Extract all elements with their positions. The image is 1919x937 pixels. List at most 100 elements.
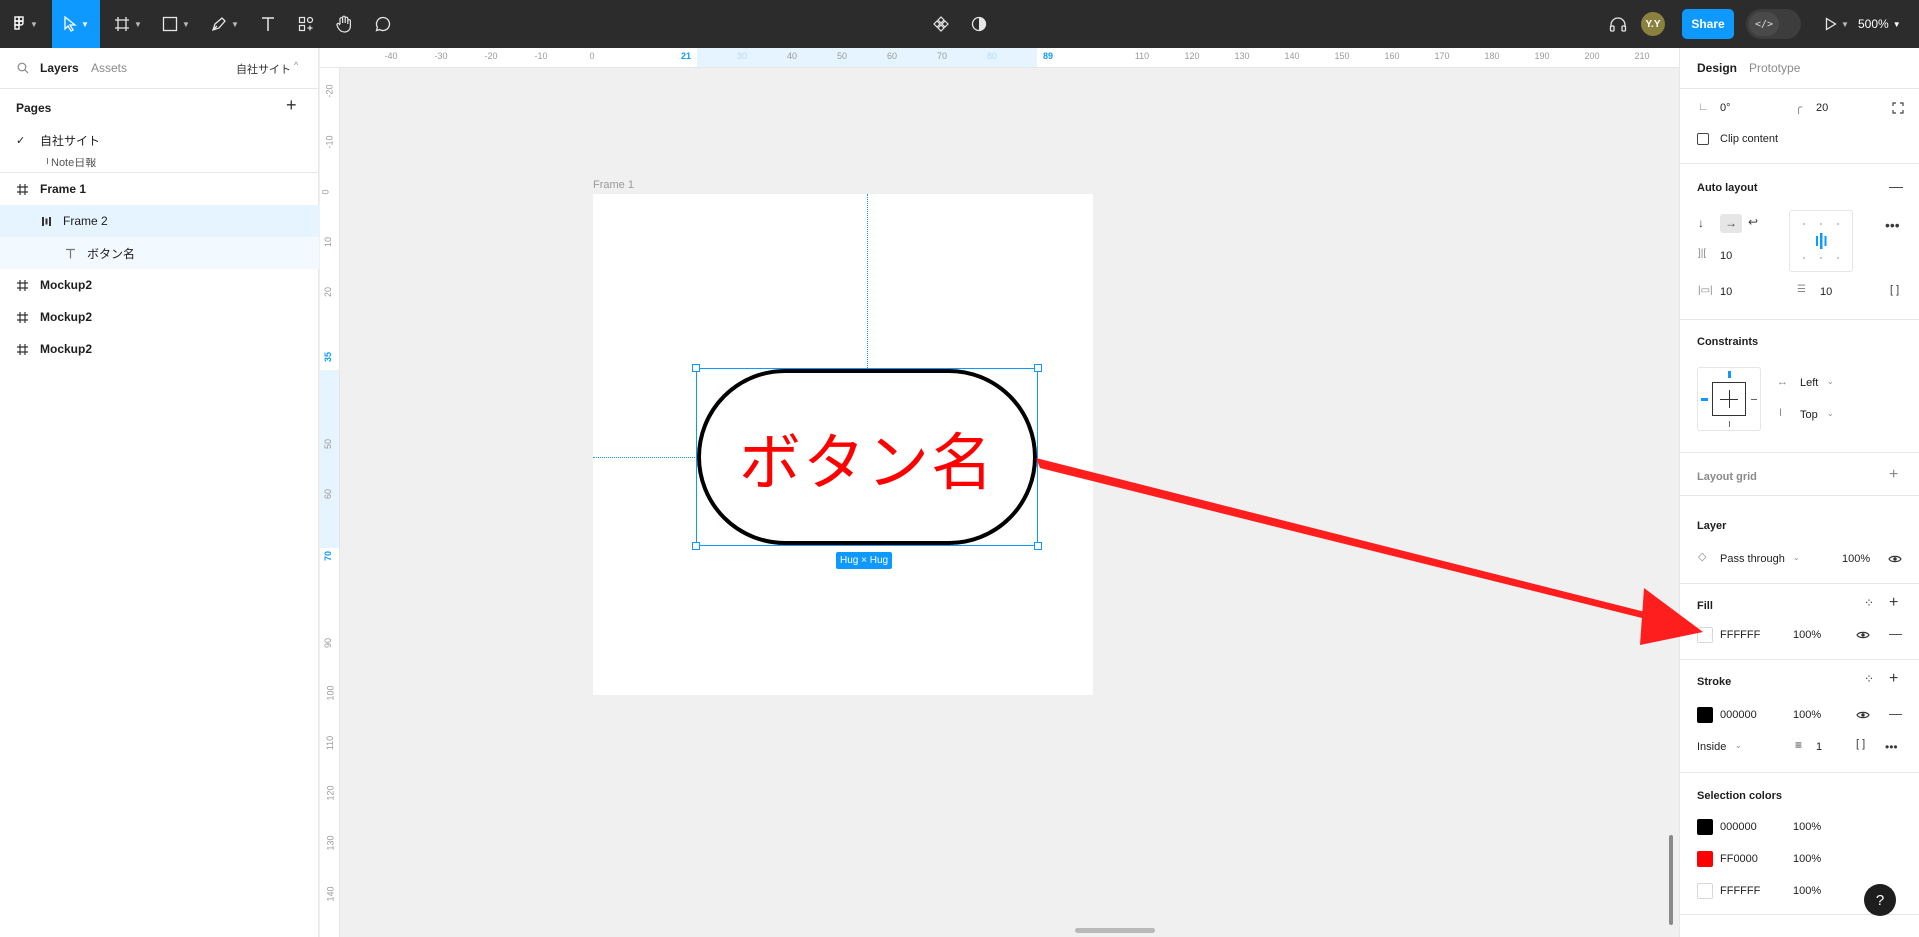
main-menu-button[interactable]: ▼: [8, 0, 44, 48]
text-icon: [262, 17, 274, 31]
tab-layers[interactable]: Layers: [40, 61, 79, 75]
layer-row-mockup2[interactable]: Mockup2: [0, 301, 319, 333]
selection-color-opacity[interactable]: 100%: [1793, 853, 1821, 865]
resources-button[interactable]: [290, 0, 322, 48]
selection-color-hex[interactable]: 000000: [1720, 821, 1757, 833]
comment-tool-button[interactable]: [367, 0, 399, 48]
layer-row-frame-2[interactable]: Frame 2: [0, 205, 319, 237]
resize-handle[interactable]: [1034, 364, 1042, 372]
more-options-icon[interactable]: •••: [1885, 218, 1900, 232]
fill-hex-value[interactable]: FFFFFF: [1720, 629, 1760, 641]
remove-auto-layout-icon[interactable]: —: [1889, 179, 1903, 193]
tab-prototype[interactable]: Prototype: [1749, 61, 1800, 75]
stroke-opacity-value[interactable]: 100%: [1793, 709, 1821, 721]
constraint-right[interactable]: [1751, 399, 1757, 400]
add-fill-icon[interactable]: +: [1889, 595, 1898, 611]
horizontal-constraint-value[interactable]: Left: [1800, 377, 1818, 389]
text-tool-button[interactable]: [252, 0, 284, 48]
selection-color-hex[interactable]: FF0000: [1720, 853, 1758, 865]
pen-tool-button[interactable]: ▼: [205, 0, 245, 48]
zoom-menu[interactable]: 500% ▼: [1858, 0, 1901, 48]
more-options-icon[interactable]: •••: [1885, 741, 1898, 753]
chevron-up-icon[interactable]: ^: [294, 60, 298, 70]
move-tool-button[interactable]: ▼: [52, 0, 100, 48]
add-stroke-icon[interactable]: +: [1889, 671, 1898, 687]
remove-stroke-icon[interactable]: —: [1889, 707, 1902, 720]
add-layout-grid-icon[interactable]: +: [1889, 467, 1898, 483]
vertical-constraint-value[interactable]: Top: [1800, 409, 1818, 421]
user-avatar[interactable]: Y.Y: [1641, 12, 1665, 36]
hand-tool-button[interactable]: [328, 0, 360, 48]
tab-assets[interactable]: Assets: [91, 61, 127, 75]
horizontal-padding-value[interactable]: 10: [1720, 286, 1732, 298]
audio-button[interactable]: [1603, 0, 1633, 48]
frame-tool-button[interactable]: ▼: [108, 0, 148, 48]
add-page-icon[interactable]: +: [286, 96, 297, 114]
share-button[interactable]: Share: [1682, 9, 1734, 39]
constraint-top-active[interactable]: [1728, 371, 1731, 378]
resize-handle[interactable]: [692, 364, 700, 372]
stroke-weight-value[interactable]: 1: [1816, 741, 1822, 753]
search-icon[interactable]: [17, 62, 29, 74]
present-button[interactable]: ▼: [1822, 0, 1852, 48]
stroke-sides-icon[interactable]: [ ]: [1856, 739, 1865, 750]
resize-handle[interactable]: [692, 542, 700, 550]
selection-color-swatch[interactable]: [1697, 819, 1713, 835]
shape-tool-button[interactable]: ▼: [156, 0, 196, 48]
eye-icon[interactable]: [1856, 710, 1870, 720]
horizontal-scrollbar[interactable]: [1075, 928, 1155, 933]
ruler-tick-label: 180: [1484, 51, 1500, 61]
clip-content-checkbox[interactable]: [1697, 133, 1709, 145]
rectangle-icon: [162, 16, 178, 32]
frame-label[interactable]: Frame 1: [593, 179, 634, 191]
constraint-bottom[interactable]: [1729, 421, 1730, 427]
components-button[interactable]: [925, 0, 957, 48]
file-page-name[interactable]: 自社サイト: [236, 61, 291, 77]
individual-padding-icon[interactable]: [ ]: [1890, 285, 1899, 296]
selection-color-swatch[interactable]: [1697, 883, 1713, 899]
vertical-padding-value[interactable]: 10: [1820, 286, 1832, 298]
remove-fill-icon[interactable]: —: [1889, 627, 1902, 640]
styles-icon[interactable]: ⁘: [1864, 597, 1874, 609]
gap-value[interactable]: 10: [1720, 250, 1732, 262]
page-item[interactable]: ✓ 自社サイト: [0, 126, 319, 154]
independent-corners-icon[interactable]: [1892, 102, 1904, 114]
resize-handle[interactable]: [1034, 542, 1042, 550]
layer-row-frame-1[interactable]: Frame 1: [0, 173, 319, 205]
corner-radius-value[interactable]: 20: [1816, 102, 1828, 114]
constraints-widget[interactable]: [1697, 367, 1761, 431]
theme-toggle-button[interactable]: [963, 0, 995, 48]
ruler-tick-label: 140: [1284, 51, 1300, 61]
stroke-hex-value[interactable]: 000000: [1720, 709, 1757, 721]
selection-color-opacity[interactable]: 100%: [1793, 821, 1821, 833]
direction-vertical-icon[interactable]: ↓: [1698, 217, 1704, 229]
eye-icon[interactable]: [1856, 630, 1870, 640]
dev-mode-toggle[interactable]: </>: [1746, 9, 1801, 39]
styles-icon[interactable]: ⁘: [1864, 673, 1874, 685]
layout-grid-title: Layout grid: [1697, 471, 1757, 483]
rotation-value[interactable]: 0°: [1720, 102, 1731, 114]
layer-row-mockup2[interactable]: Mockup2: [0, 333, 319, 365]
chevron-down-icon: ⌄: [1735, 741, 1742, 750]
help-button[interactable]: ?: [1864, 884, 1896, 916]
right-panel: Design Prototype ∟ 0° ╭ 20 Clip content …: [1679, 48, 1919, 937]
selection-color-swatch[interactable]: [1697, 851, 1713, 867]
constraint-left-active[interactable]: [1701, 398, 1708, 401]
fill-color-swatch[interactable]: [1697, 627, 1713, 643]
tab-design[interactable]: Design: [1697, 61, 1737, 75]
alignment-grid[interactable]: [1789, 210, 1853, 272]
stroke-position-value[interactable]: Inside: [1697, 741, 1726, 753]
selection-color-opacity[interactable]: 100%: [1793, 885, 1821, 897]
direction-horizontal-button[interactable]: →: [1720, 214, 1742, 233]
selection-color-hex[interactable]: FFFFFF: [1720, 885, 1760, 897]
wrap-icon[interactable]: ↩: [1748, 216, 1758, 228]
eye-icon[interactable]: [1888, 554, 1902, 564]
layer-opacity-value[interactable]: 100%: [1842, 553, 1870, 565]
page-item-clipped[interactable]: 「Note日報: [0, 158, 319, 168]
layer-row-mockup2[interactable]: Mockup2: [0, 269, 319, 301]
stroke-color-swatch[interactable]: [1697, 707, 1713, 723]
fill-opacity-value[interactable]: 100%: [1793, 629, 1821, 641]
vertical-scrollbar[interactable]: [1669, 835, 1673, 925]
layer-row-text[interactable]: ボタン名: [0, 237, 319, 269]
blend-mode-value[interactable]: Pass through: [1720, 553, 1785, 565]
